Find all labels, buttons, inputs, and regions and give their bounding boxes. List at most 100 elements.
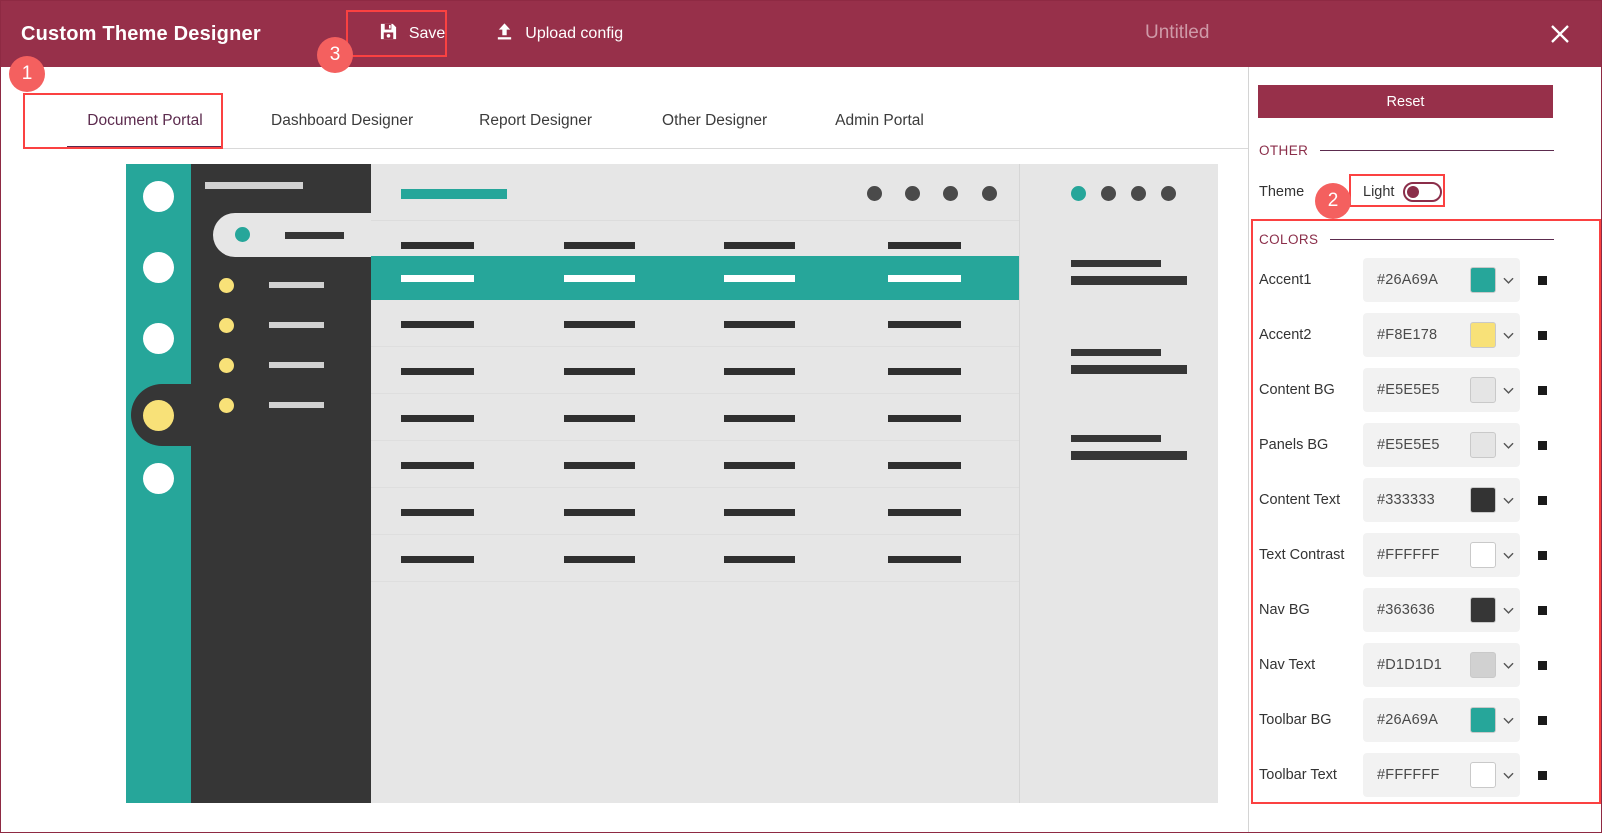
annotation-badge-2: 2	[1315, 183, 1351, 219]
theme-preview	[126, 164, 1218, 803]
chevron-down-icon[interactable]	[1496, 384, 1520, 397]
grid-cell	[564, 275, 635, 282]
grid-cell	[401, 368, 474, 375]
grid-cell	[564, 321, 635, 328]
color-hex-value: #E5E5E5	[1377, 437, 1440, 453]
chevron-down-icon[interactable]	[1496, 494, 1520, 507]
color-label: Nav Text	[1259, 657, 1316, 673]
color-field[interactable]: #333333	[1363, 478, 1520, 522]
color-hex-value: #E5E5E5	[1377, 382, 1440, 398]
color-row-toolbar-bg: Toolbar BG #26A69A	[1249, 697, 1601, 743]
toolbar-dot	[867, 186, 882, 201]
color-swatch[interactable]	[1470, 432, 1496, 458]
save-button-label: Save	[408, 25, 446, 42]
document-name[interactable]: Untitled	[1145, 22, 1209, 44]
reset-color-square-icon[interactable]	[1538, 715, 1547, 725]
chevron-down-icon[interactable]	[1496, 329, 1520, 342]
preview-grid-row	[371, 300, 1019, 347]
color-label: Nav BG	[1259, 602, 1310, 618]
color-swatch[interactable]	[1470, 322, 1496, 348]
color-hex-value: #363636	[1377, 602, 1435, 618]
chevron-down-icon[interactable]	[1496, 439, 1520, 452]
reset-color-square-icon[interactable]	[1538, 605, 1547, 615]
panel-bar	[1071, 435, 1161, 442]
chevron-down-icon[interactable]	[1496, 659, 1520, 672]
nav-bullet	[219, 398, 234, 413]
grid-cell	[724, 242, 795, 249]
grid-cell	[401, 242, 474, 249]
tab-dashboard-designer[interactable]: Dashboard Designer	[271, 112, 413, 148]
color-swatch[interactable]	[1470, 377, 1496, 403]
reset-color-square-icon[interactable]	[1538, 275, 1547, 285]
color-label: Accent1	[1259, 272, 1312, 288]
reset-color-square-icon[interactable]	[1538, 440, 1547, 450]
color-label: Content BG	[1259, 382, 1335, 398]
color-label: Toolbar Text	[1259, 767, 1337, 783]
tab-label: Other Designer	[662, 112, 768, 129]
color-field[interactable]: #E5E5E5	[1363, 423, 1520, 467]
reset-color-square-icon[interactable]	[1538, 495, 1547, 505]
panel-bar	[1071, 260, 1161, 267]
color-label: Content Text	[1259, 492, 1341, 508]
color-swatch[interactable]	[1470, 707, 1496, 733]
reset-color-square-icon[interactable]	[1538, 770, 1547, 780]
chevron-down-icon[interactable]	[1496, 604, 1520, 617]
tab-admin-portal[interactable]: Admin Portal	[835, 112, 924, 148]
save-button[interactable]: Save	[365, 13, 459, 55]
color-field[interactable]: #363636	[1363, 588, 1520, 632]
nav-text-bar	[269, 362, 324, 368]
reset-button[interactable]: Reset	[1258, 85, 1553, 118]
color-field[interactable]: #F8E178	[1363, 313, 1520, 357]
grid-cell	[888, 368, 961, 375]
theme-mode-label: Light	[1363, 184, 1395, 200]
color-field[interactable]: #26A69A	[1363, 698, 1520, 742]
reset-color-square-icon[interactable]	[1538, 385, 1547, 395]
color-swatch[interactable]	[1470, 487, 1496, 513]
color-hex-value: #333333	[1377, 492, 1435, 508]
grid-cell	[888, 321, 961, 328]
chevron-down-icon[interactable]	[1496, 274, 1520, 287]
upload-icon	[495, 22, 514, 46]
grid-cell	[564, 242, 635, 249]
grid-cell	[724, 415, 795, 422]
color-field[interactable]: #FFFFFF	[1363, 753, 1520, 797]
rail-dot	[143, 323, 174, 354]
color-swatch[interactable]	[1470, 267, 1496, 293]
rail-dot	[143, 463, 174, 494]
tab-other-designer[interactable]: Other Designer	[662, 112, 767, 148]
preview-nav-item-active	[213, 213, 393, 257]
color-swatch[interactable]	[1470, 542, 1496, 568]
other-section-label: OTHER	[1259, 143, 1309, 158]
theme-switch[interactable]	[1403, 182, 1443, 202]
color-hex-value: #F8E178	[1377, 327, 1438, 343]
chevron-down-icon[interactable]	[1496, 549, 1520, 562]
color-field[interactable]: #E5E5E5	[1363, 368, 1520, 412]
title-bar: Custom Theme Designer Save Upload config…	[1, 1, 1601, 67]
upload-config-button[interactable]: Upload config	[481, 13, 637, 55]
preview-content	[371, 164, 1019, 803]
toolbar-dot	[905, 186, 920, 201]
toolbar-dot	[943, 186, 958, 201]
preview-right-panel	[1019, 164, 1218, 803]
color-row-text-contrast: Text Contrast #FFFFFF	[1249, 532, 1601, 578]
preview-grid-row-selected	[371, 256, 1019, 300]
color-field[interactable]: #FFFFFF	[1363, 533, 1520, 577]
color-swatch[interactable]	[1470, 597, 1496, 623]
tab-report-designer[interactable]: Report Designer	[479, 112, 592, 148]
chevron-down-icon[interactable]	[1496, 714, 1520, 727]
close-icon[interactable]	[1543, 17, 1577, 51]
color-swatch[interactable]	[1470, 652, 1496, 678]
color-row-nav-text: Nav Text #D1D1D1	[1249, 642, 1601, 688]
grid-cell	[564, 509, 635, 516]
color-field[interactable]: #D1D1D1	[1363, 643, 1520, 687]
tab-document-portal[interactable]: Document Portal	[67, 112, 223, 149]
reset-color-square-icon[interactable]	[1538, 660, 1547, 670]
color-field[interactable]: #26A69A	[1363, 258, 1520, 302]
theme-toggle[interactable]: Light	[1363, 182, 1443, 202]
reset-color-square-icon[interactable]	[1538, 330, 1547, 340]
grid-cell	[888, 509, 961, 516]
panel-bar	[1071, 451, 1187, 460]
reset-color-square-icon[interactable]	[1538, 550, 1547, 560]
chevron-down-icon[interactable]	[1496, 769, 1520, 782]
color-swatch[interactable]	[1470, 762, 1496, 788]
